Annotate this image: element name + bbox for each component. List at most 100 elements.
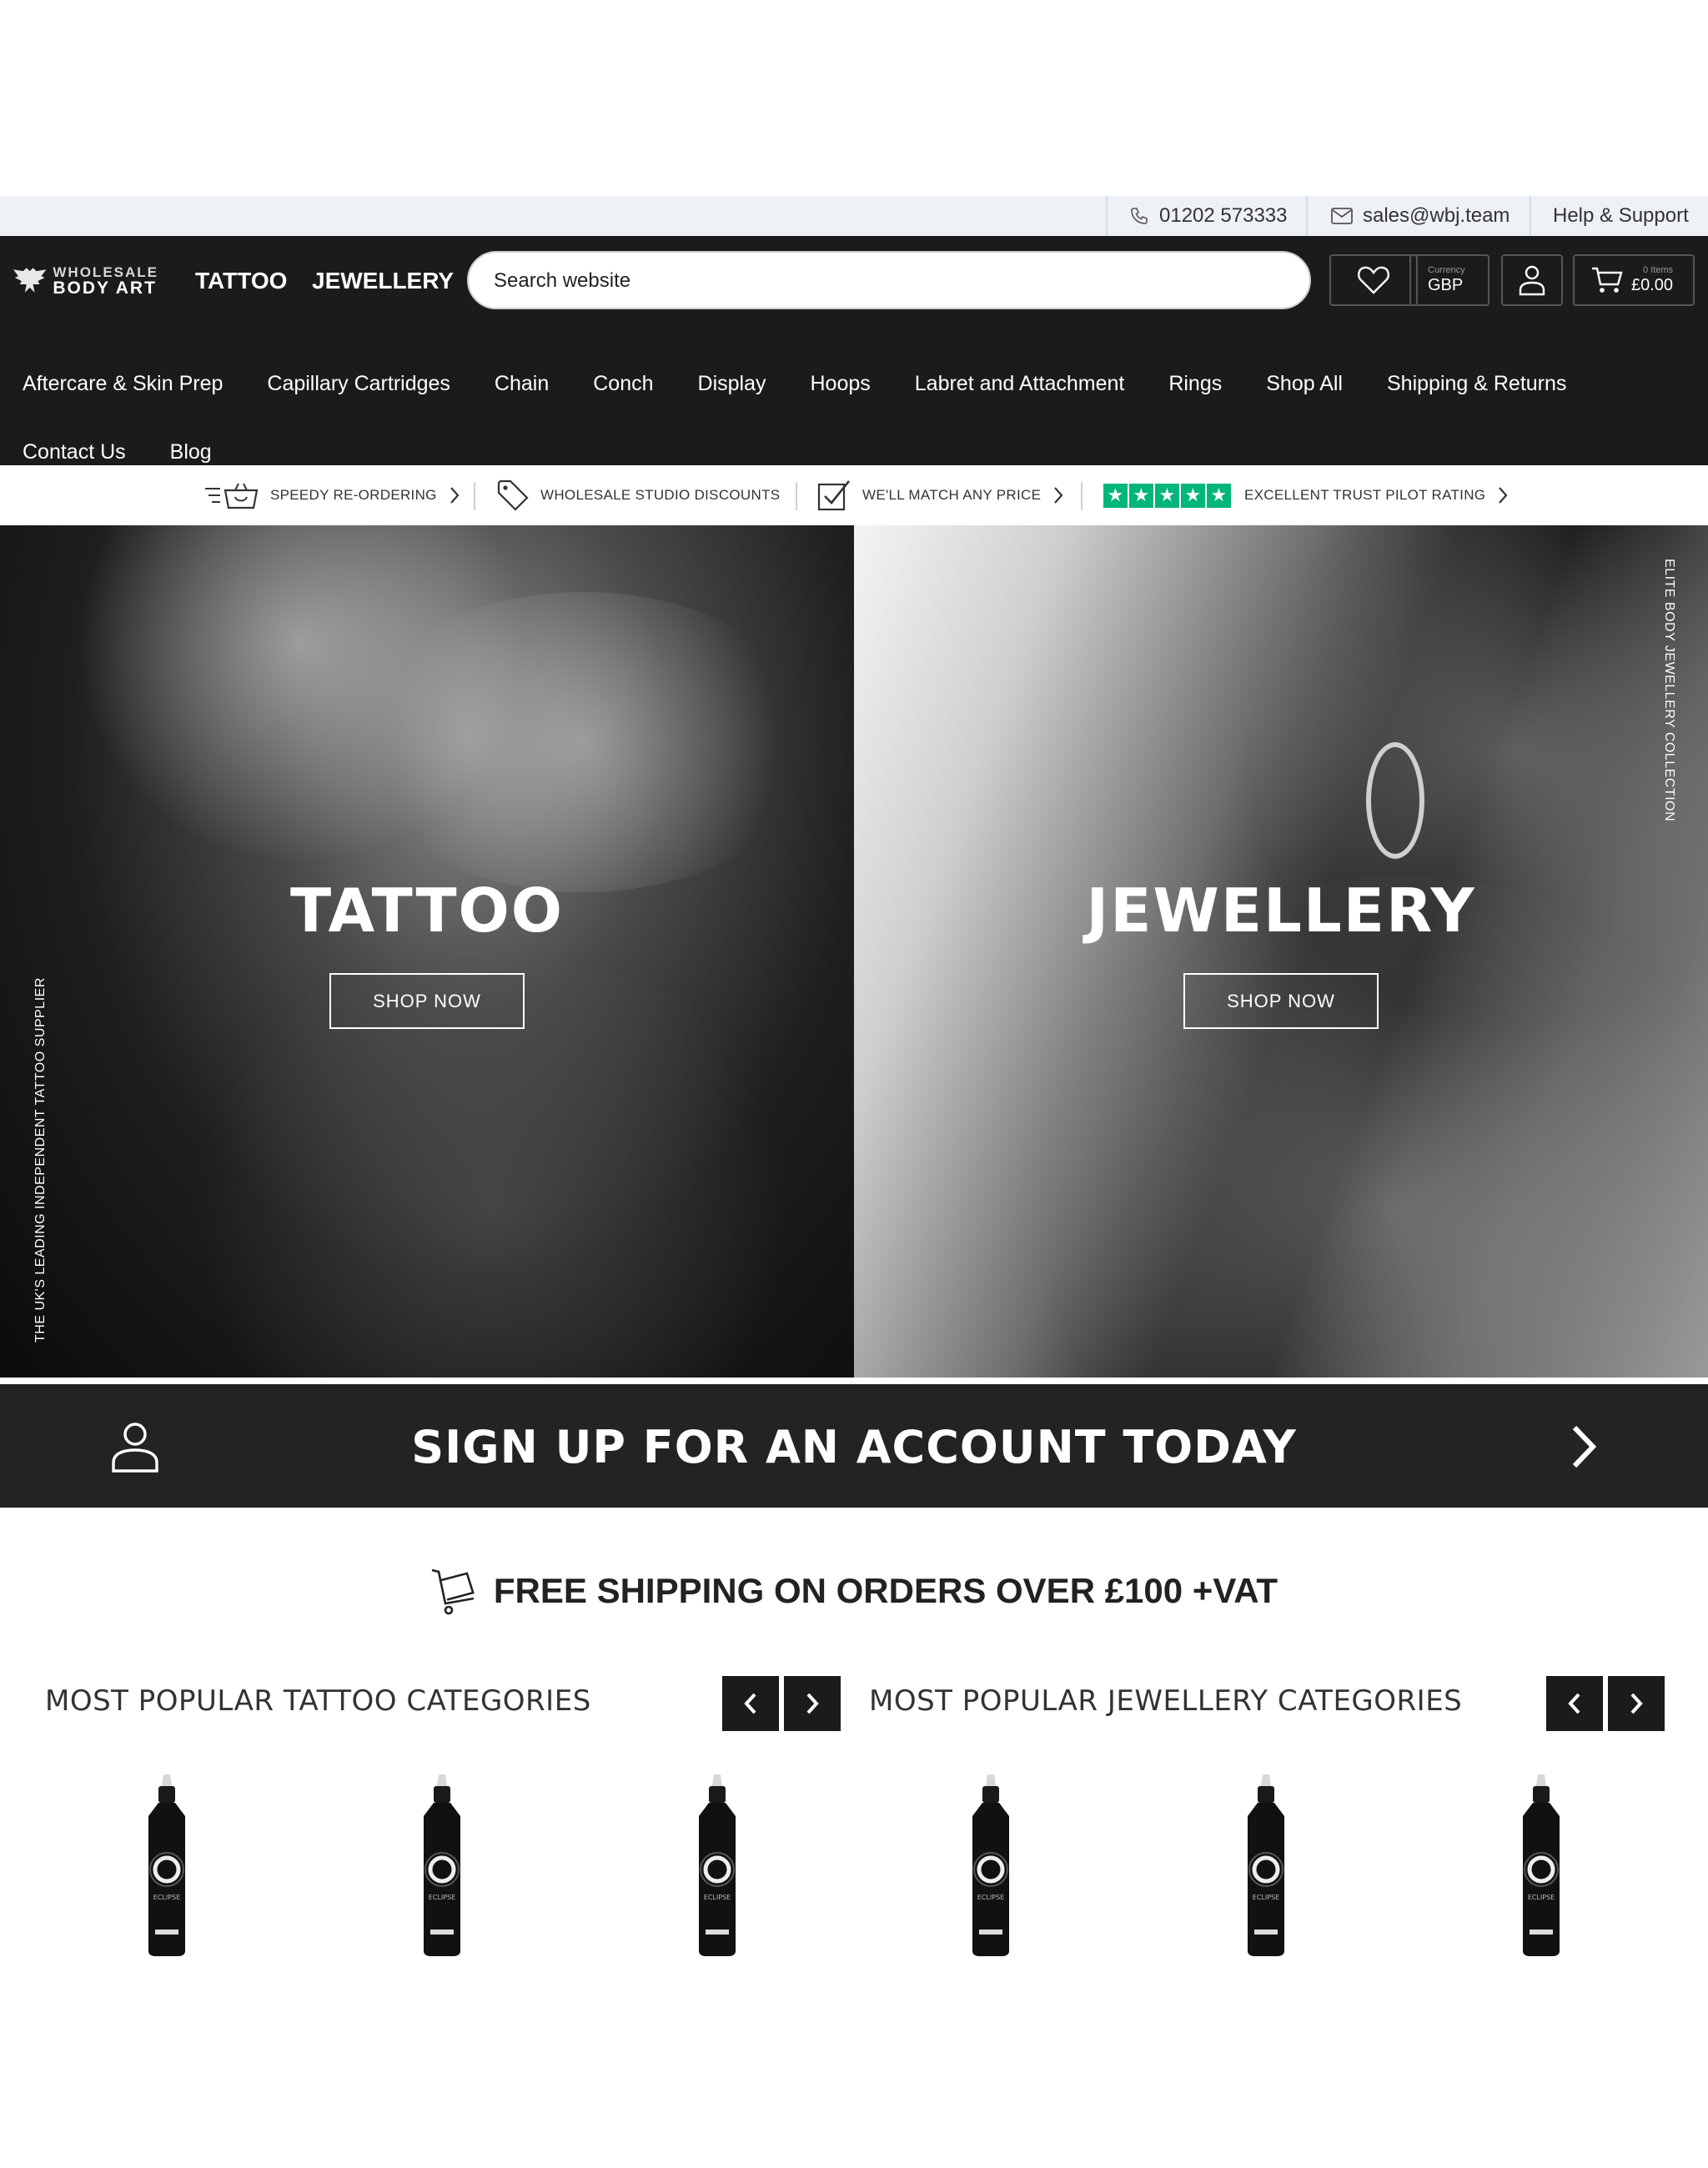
hero-tattoo-title: TATTOO bbox=[290, 876, 564, 946]
phone-link[interactable]: 01202 573333 bbox=[1106, 196, 1306, 236]
nav-tattoo[interactable]: TATTOO bbox=[195, 236, 287, 325]
product-card[interactable]: ECLIPSE bbox=[966, 1774, 1016, 1958]
nav-conch[interactable]: Conch bbox=[593, 372, 653, 396]
jewellery-side-caption: ELITE BODY JEWELLERY COLLECTION bbox=[1662, 559, 1676, 822]
email-link[interactable]: sales@wbj.team bbox=[1306, 196, 1530, 236]
cart-total: £0.00 bbox=[1631, 275, 1674, 294]
basket-list-icon bbox=[205, 483, 259, 509]
nav-labret[interactable]: Labret and Attachment bbox=[915, 372, 1125, 396]
nav-chain[interactable]: Chain bbox=[495, 372, 549, 396]
chevron-right-icon bbox=[1499, 487, 1508, 504]
nav-contact-us[interactable]: Contact Us bbox=[23, 440, 126, 464]
product-card[interactable]: ECLIPSE bbox=[1516, 1774, 1566, 1958]
product-card[interactable]: ECLIPSE bbox=[1241, 1774, 1291, 1958]
product-card[interactable]: ECLIPSE bbox=[142, 1774, 192, 1958]
popular-jewellery-title: MOST POPULAR JEWELLERY CATEGORIES bbox=[869, 1684, 1463, 1718]
currency-selector[interactable]: Currency GBP bbox=[1409, 254, 1489, 306]
search-input[interactable] bbox=[494, 264, 1278, 298]
nav-rings[interactable]: Rings bbox=[1168, 372, 1222, 396]
signup-banner[interactable]: SIGN UP FOR AN ACCOUNT TODAY bbox=[0, 1384, 1708, 1508]
nav-jewellery[interactable]: JEWELLERY bbox=[312, 236, 454, 325]
bottle-label: ECLIPSE bbox=[977, 1894, 1004, 1901]
usp-divider bbox=[796, 482, 797, 510]
nav-aftercare[interactable]: Aftercare & Skin Prep bbox=[23, 372, 223, 396]
help-support-link[interactable]: Help & Support bbox=[1530, 196, 1708, 236]
usp-divider bbox=[1081, 482, 1083, 510]
chevron-left-icon bbox=[1568, 1693, 1580, 1714]
cart-item-count: 0 Items bbox=[1642, 264, 1674, 275]
ink-bottle-image: ECLIPSE bbox=[699, 1774, 736, 1956]
checkbox-icon bbox=[817, 480, 851, 511]
user-icon bbox=[1519, 265, 1545, 296]
ink-bottle-image: ECLIPSE bbox=[1523, 1774, 1560, 1956]
hoop-earring-image bbox=[1366, 742, 1424, 859]
ink-bottle-image: ECLIPSE bbox=[1248, 1774, 1284, 1956]
mail-icon bbox=[1331, 208, 1353, 224]
star-icon: ★ bbox=[1181, 483, 1205, 508]
usp-reordering[interactable]: SPEEDY RE-ORDERING bbox=[203, 465, 460, 525]
star-icon: ★ bbox=[1129, 483, 1153, 508]
nav-capillary-cartridges[interactable]: Capillary Cartridges bbox=[267, 372, 450, 396]
logo-line-2: BODY ART bbox=[53, 279, 157, 298]
shop-jewellery-button[interactable]: SHOP NOW bbox=[1183, 973, 1379, 1029]
tattoo-next-button[interactable] bbox=[784, 1676, 841, 1731]
nav-display[interactable]: Display bbox=[698, 372, 766, 396]
hero-jewellery-title: JEWELLERY bbox=[1086, 876, 1476, 946]
tattoo-prev-button[interactable] bbox=[722, 1676, 779, 1731]
chevron-left-icon bbox=[744, 1693, 756, 1714]
shop-tattoo-button[interactable]: SHOP NOW bbox=[329, 973, 525, 1029]
currency-value: GBP bbox=[1428, 275, 1464, 294]
bottle-label: ECLIPSE bbox=[1253, 1894, 1279, 1901]
star-icon: ★ bbox=[1207, 483, 1231, 508]
chevron-right-icon bbox=[1572, 1425, 1597, 1468]
chevron-right-icon bbox=[450, 487, 460, 504]
hero-tattoo[interactable]: TATTOO SHOP NOW THE UK'S LEADING INDEPEN… bbox=[0, 525, 854, 1378]
ink-bottle-image: ECLIPSE bbox=[972, 1774, 1009, 1956]
neck-image bbox=[1021, 876, 1708, 1378]
utility-bar: 01202 573333 sales@wbj.team Help & Suppo… bbox=[0, 196, 1708, 236]
phone-icon bbox=[1131, 208, 1148, 224]
chevron-right-icon bbox=[1630, 1693, 1643, 1714]
nav-shipping-returns[interactable]: Shipping & Returns bbox=[1387, 372, 1566, 396]
logo-line-1: WHOLESALE bbox=[53, 264, 158, 280]
jewellery-prev-button[interactable] bbox=[1546, 1676, 1603, 1731]
usp-trustpilot[interactable]: ★ ★ ★ ★ ★ EXCELLENT TRUST PILOT RATING bbox=[1103, 465, 1509, 525]
usp-bar: SPEEDY RE-ORDERING WHOLESALE STUDIO DISC… bbox=[0, 465, 1708, 525]
bottle-label: ECLIPSE bbox=[429, 1894, 455, 1901]
shopping-trolley-icon bbox=[431, 1568, 475, 1615]
site-logo[interactable]: WHOLESALE BODY ART bbox=[12, 264, 158, 298]
signup-text: SIGN UP FOR AN ACCOUNT TODAY bbox=[411, 1421, 1297, 1473]
tattoo-side-caption: THE UK'S LEADING INDEPENDENT TATTOO SUPP… bbox=[33, 977, 48, 1342]
search-bar bbox=[467, 251, 1311, 309]
bottle-label: ECLIPSE bbox=[704, 1894, 731, 1901]
currency-label: Currency bbox=[1428, 264, 1465, 275]
help-support-label: Help & Support bbox=[1553, 204, 1689, 227]
nav-blog[interactable]: Blog bbox=[170, 440, 212, 464]
hands-image-highlight bbox=[350, 592, 817, 892]
email-address: sales@wbj.team bbox=[1363, 204, 1510, 227]
nav-shop-all[interactable]: Shop All bbox=[1266, 372, 1343, 396]
free-shipping-text: FREE SHIPPING ON ORDERS OVER £100 +VAT bbox=[493, 1571, 1278, 1610]
product-card[interactable]: ECLIPSE bbox=[692, 1774, 742, 1958]
cart-icon bbox=[1592, 267, 1623, 293]
wishlist-button[interactable] bbox=[1329, 254, 1418, 306]
usp-price-match-label: WE'LL MATCH ANY PRICE bbox=[862, 487, 1042, 503]
usp-trustpilot-label: EXCELLENT TRUST PILOT RATING bbox=[1244, 487, 1486, 503]
jewellery-next-button[interactable] bbox=[1608, 1676, 1665, 1731]
ink-bottle-image: ECLIPSE bbox=[424, 1774, 460, 1956]
price-tag-icon bbox=[497, 479, 529, 511]
hero-jewellery[interactable]: JEWELLERY SHOP NOW ELITE BODY JEWELLERY … bbox=[854, 525, 1708, 1378]
nav-hoops[interactable]: Hoops bbox=[811, 372, 871, 396]
bottle-label: ECLIPSE bbox=[1528, 1894, 1555, 1901]
product-card[interactable]: ECLIPSE bbox=[417, 1774, 467, 1958]
chevron-right-icon bbox=[806, 1693, 819, 1714]
cart-button[interactable]: 0 Items £0.00 bbox=[1573, 254, 1695, 306]
usp-price-match[interactable]: WE'LL MATCH ANY PRICE bbox=[817, 465, 1064, 525]
site-header: WHOLESALE BODY ART TATTOO JEWELLERY Curr… bbox=[0, 236, 1708, 325]
account-button[interactable] bbox=[1501, 254, 1563, 306]
ink-bottle-image: ECLIPSE bbox=[148, 1774, 185, 1956]
usp-discounts-label: WHOLESALE STUDIO DISCOUNTS bbox=[540, 487, 781, 503]
phone-number: 01202 573333 bbox=[1159, 204, 1288, 227]
usp-discounts[interactable]: WHOLESALE STUDIO DISCOUNTS bbox=[497, 465, 780, 525]
chevron-right-icon bbox=[1054, 487, 1063, 504]
